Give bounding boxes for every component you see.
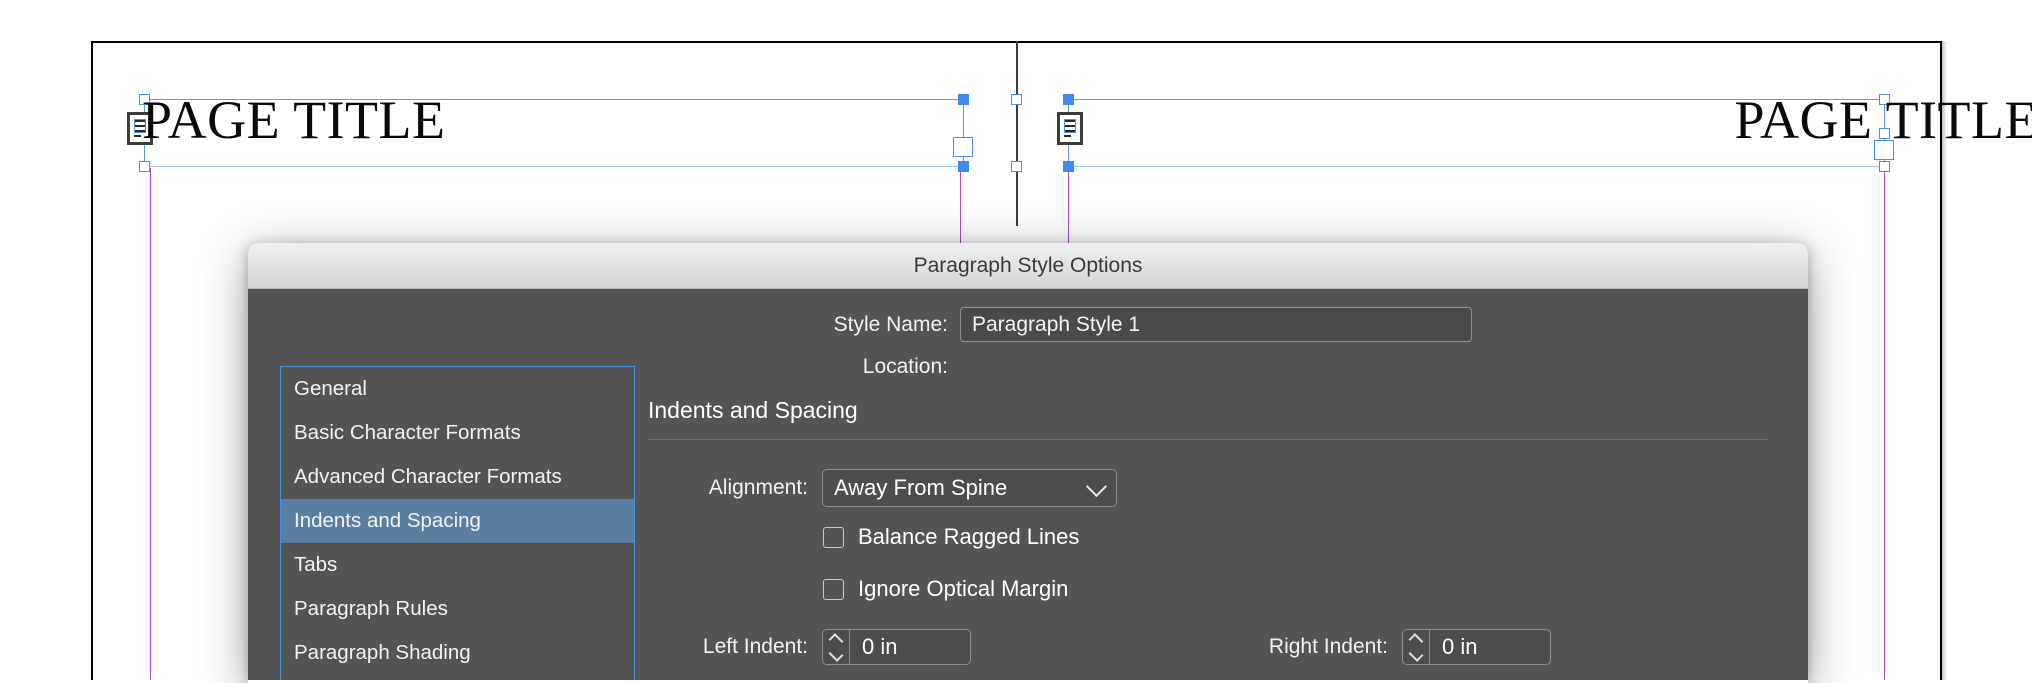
right-indent-stepper-field[interactable]: 0 in bbox=[1402, 629, 1551, 665]
right-indent-label: Right Indent: bbox=[1188, 635, 1388, 659]
text-frame-left-bottom-edge bbox=[144, 166, 964, 167]
margin-guide-right bbox=[1884, 168, 1885, 680]
stepper-down-icon[interactable] bbox=[1409, 647, 1424, 662]
dialog-content-pane: Style Name: Paragraph Style 1 Location: … bbox=[648, 289, 1808, 680]
stepper-down-icon[interactable] bbox=[829, 647, 844, 662]
style-name-input[interactable]: Paragraph Style 1 bbox=[960, 307, 1472, 342]
sidebar-item-paragraph-rules[interactable]: Paragraph Rules bbox=[281, 587, 634, 631]
left-indent-stepper-field[interactable]: 0 in bbox=[822, 629, 971, 665]
margin-guide-left bbox=[150, 168, 151, 680]
outport-line-1 bbox=[1064, 120, 1076, 122]
sidebar-item-paragraph-shading[interactable]: Paragraph Shading bbox=[281, 631, 634, 675]
alignment-select-value: Away From Spine bbox=[834, 475, 1007, 501]
inport-line-4 bbox=[134, 135, 141, 137]
sidebar-item-basic-character-formats[interactable]: Basic Character Formats bbox=[281, 411, 634, 455]
left-indent-label: Left Indent: bbox=[648, 635, 808, 659]
stepper-up-icon[interactable] bbox=[1409, 633, 1424, 648]
selection-handle-middle-right[interactable] bbox=[953, 137, 973, 157]
section-divider bbox=[648, 439, 1768, 440]
sidebar-item-indents-and-spacing[interactable]: Indents and Spacing bbox=[281, 499, 634, 543]
page-spine-divider bbox=[1016, 41, 1018, 226]
page-title-right[interactable]: PAGE TITLE bbox=[1734, 93, 2032, 147]
sidebar-item-general[interactable]: General bbox=[281, 367, 634, 411]
dialog-titlebar[interactable]: Paragraph Style Options bbox=[248, 243, 1808, 289]
selection-handle-right-frame-bottom-right[interactable] bbox=[1879, 161, 1890, 172]
alignment-row: Alignment: Away From Spine bbox=[648, 469, 1117, 507]
right-indent-stepper[interactable] bbox=[1402, 629, 1429, 665]
ignore-optical-margin-row[interactable]: Ignore Optical Margin bbox=[823, 576, 1068, 602]
dialog-category-sidebar[interactable]: General Basic Character Formats Advanced… bbox=[280, 366, 635, 680]
sidebar-item-label: Tabs bbox=[294, 553, 337, 577]
sidebar-item-label: Paragraph Shading bbox=[294, 641, 471, 665]
left-indent-stepper[interactable] bbox=[822, 629, 849, 665]
stepper-up-icon[interactable] bbox=[829, 633, 844, 648]
balance-ragged-lines-checkbox[interactable] bbox=[823, 527, 844, 548]
dialog-body: General Basic Character Formats Advanced… bbox=[248, 289, 1808, 680]
selection-handle-center-top[interactable] bbox=[1011, 94, 1022, 105]
location-row: Location: bbox=[648, 355, 1472, 379]
sidebar-item-advanced-character-formats[interactable]: Advanced Character Formats bbox=[281, 455, 634, 499]
selection-handle-bottom-right[interactable] bbox=[958, 161, 969, 172]
sidebar-item-tabs[interactable]: Tabs bbox=[281, 543, 634, 587]
selection-handle-bottom-left[interactable] bbox=[139, 161, 150, 172]
outport-line-2 bbox=[1064, 125, 1076, 127]
ignore-optical-margin-checkbox[interactable] bbox=[823, 579, 844, 600]
page-title-left[interactable]: PAGE TITLE bbox=[142, 93, 446, 147]
sidebar-item-label: Advanced Character Formats bbox=[294, 465, 562, 489]
selection-handle-center-bottom[interactable] bbox=[1011, 161, 1022, 172]
left-indent-input[interactable]: 0 in bbox=[849, 629, 971, 665]
outport-line-4 bbox=[1064, 135, 1071, 137]
sidebar-item-label: Paragraph Rules bbox=[294, 597, 448, 621]
chevron-down-icon bbox=[1086, 476, 1107, 497]
section-heading: Indents and Spacing bbox=[648, 397, 858, 424]
sidebar-item-label: Indents and Spacing bbox=[294, 509, 481, 533]
alignment-label: Alignment: bbox=[648, 476, 808, 500]
style-name-row: Style Name: Paragraph Style 1 bbox=[648, 307, 1472, 342]
text-frame-right-bottom-edge bbox=[1068, 166, 1888, 167]
sidebar-item-label: Basic Character Formats bbox=[294, 421, 521, 445]
paragraph-style-options-dialog: Paragraph Style Options General Basic Ch… bbox=[248, 243, 1808, 680]
left-indent-row: Left Indent: 0 in bbox=[648, 629, 971, 665]
outport-line-3 bbox=[1064, 130, 1076, 132]
text-frame-outport-icon[interactable] bbox=[1057, 112, 1083, 145]
alignment-select[interactable]: Away From Spine bbox=[822, 469, 1117, 507]
sidebar-item-label: General bbox=[294, 377, 367, 401]
selection-handle-top-right[interactable] bbox=[958, 94, 969, 105]
location-label: Location: bbox=[648, 355, 948, 379]
right-indent-input[interactable]: 0 in bbox=[1429, 629, 1551, 665]
dialog-title: Paragraph Style Options bbox=[914, 254, 1143, 278]
right-indent-row: Right Indent: 0 in bbox=[1188, 629, 1551, 665]
selection-handle-right-frame-bottom-left[interactable] bbox=[1063, 161, 1074, 172]
balance-ragged-lines-label: Balance Ragged Lines bbox=[858, 524, 1079, 550]
style-name-label: Style Name: bbox=[648, 313, 948, 337]
selection-handle-right-frame-top-left[interactable] bbox=[1063, 94, 1074, 105]
sidebar-item-keep-options[interactable]: Keep Options bbox=[281, 675, 634, 680]
ignore-optical-margin-label: Ignore Optical Margin bbox=[858, 576, 1068, 602]
balance-ragged-lines-row[interactable]: Balance Ragged Lines bbox=[823, 524, 1079, 550]
